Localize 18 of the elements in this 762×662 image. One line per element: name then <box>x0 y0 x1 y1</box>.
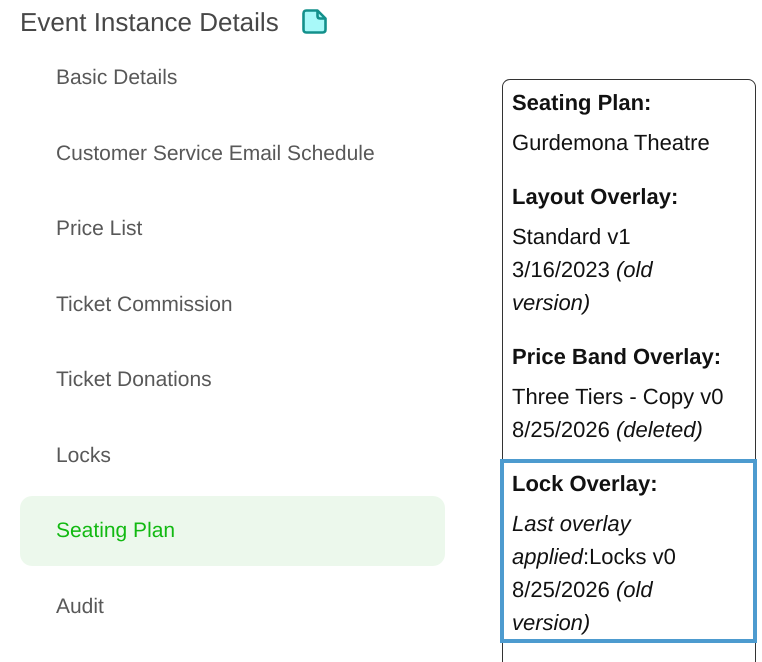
page-title: Event Instance Details <box>20 6 279 38</box>
section-heading: Lock Overlay: <box>512 470 659 498</box>
section-heading: Price Band Overlay: <box>512 342 722 371</box>
document-icon <box>302 8 327 34</box>
section-heading: Seating Plan: <box>512 88 652 117</box>
nav-item[interactable]: Ticket Donations <box>20 345 445 415</box>
nav-item[interactable]: Audit <box>20 572 445 642</box>
nav-item[interactable]: Basic Details <box>20 43 445 113</box>
section-value: Standard v1 3/16/2023 (old version) <box>512 222 654 316</box>
nav-item[interactable]: Customer Service Email Schedule <box>20 118 445 188</box>
section-heading: Layout Overlay: <box>512 182 680 211</box>
nav-item[interactable]: Locks <box>20 420 445 490</box>
nav-item[interactable]: Price List <box>20 194 445 264</box>
nav-item[interactable]: Ticket Commission <box>20 270 445 340</box>
selected-section[interactable]: Lock Overlay: Last overlay applied:Locks v0 8/25/2026 (old version) <box>500 459 757 642</box>
section-value: Three Tiers - Copy v0 8/25/2026 (deleted) <box>512 382 725 444</box>
section-value: Gurdemona Theatre <box>512 128 711 156</box>
section-value: Last overlay applied:Locks v0 8/25/2026 (old version) <box>512 510 677 636</box>
